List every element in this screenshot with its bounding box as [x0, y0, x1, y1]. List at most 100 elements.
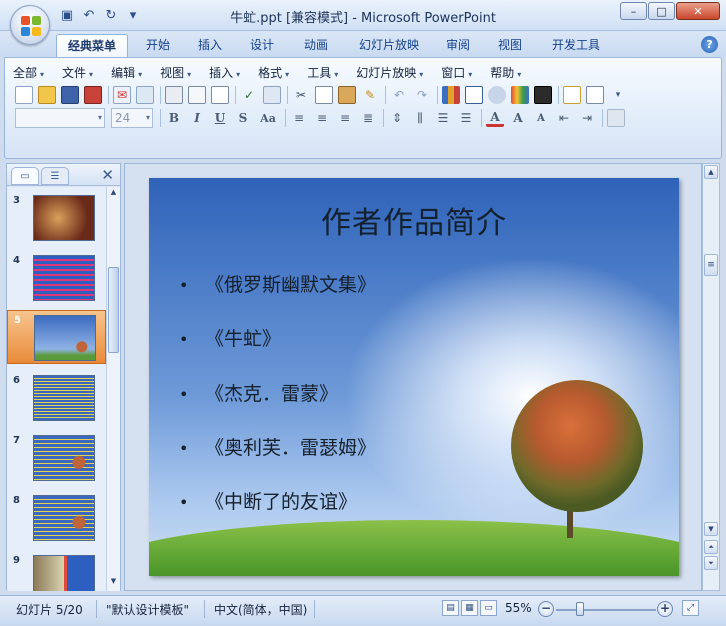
text-direction-icon[interactable]: ⇕: [388, 109, 406, 127]
tab-slideshow[interactable]: 幻灯片放映: [350, 34, 428, 57]
bullet-item-2[interactable]: • 《牛虻》: [179, 324, 281, 351]
menu-file[interactable]: 文件 ▾: [62, 64, 93, 82]
underline-button[interactable]: U: [211, 109, 229, 127]
menu-edit[interactable]: 编辑 ▾: [111, 64, 142, 82]
shrink-font-icon[interactable]: A: [532, 109, 550, 127]
font-name-combo[interactable]: ▾: [15, 108, 105, 128]
new-doc-icon[interactable]: [15, 86, 33, 104]
tab-insert[interactable]: 插入: [188, 34, 232, 57]
minimize-button[interactable]: –: [620, 2, 647, 20]
tab-review[interactable]: 审阅: [436, 34, 480, 57]
italic-button[interactable]: I: [188, 109, 206, 127]
print-icon[interactable]: [165, 86, 183, 104]
maximize-button[interactable]: □: [648, 2, 675, 20]
align-center-icon[interactable]: ≡: [313, 109, 331, 127]
template-name[interactable]: "默认设计模板": [106, 601, 189, 618]
menu-window[interactable]: 窗口 ▾: [441, 64, 472, 82]
zoom-in-icon[interactable]: +: [657, 601, 673, 617]
slide-thumbnail-7[interactable]: 7: [7, 431, 106, 485]
bold-button[interactable]: B: [165, 109, 183, 127]
research-icon[interactable]: [263, 86, 281, 104]
layout-icon[interactable]: [586, 86, 604, 104]
increase-indent-icon[interactable]: ⇥: [578, 109, 596, 127]
bullet-item-1[interactable]: • 《俄罗斯幽默文集》: [179, 270, 376, 297]
align-left-icon[interactable]: ≡: [290, 109, 308, 127]
undo-icon[interactable]: ↶: [390, 86, 408, 104]
print-preview-icon[interactable]: [188, 86, 206, 104]
menu-all[interactable]: 全部 ▾: [13, 64, 44, 82]
bullet-item-3[interactable]: • 《杰克．雷蒙》: [179, 379, 338, 406]
slide-layout-icon[interactable]: [211, 86, 229, 104]
slide-thumbnail-3[interactable]: 3: [7, 191, 106, 245]
previous-slide-icon[interactable]: ⏶: [704, 540, 718, 554]
tab-view[interactable]: 视图: [488, 34, 532, 57]
paste-icon[interactable]: [338, 86, 356, 104]
copy-icon[interactable]: [315, 86, 333, 104]
fit-to-window-icon[interactable]: ⤢: [682, 600, 699, 616]
table-icon[interactable]: [465, 86, 483, 104]
redo-icon[interactable]: ↷: [413, 86, 431, 104]
chart-icon[interactable]: [442, 86, 460, 104]
zoom-slider[interactable]: [556, 609, 656, 611]
email-icon[interactable]: ✉: [113, 86, 131, 104]
menu-insert[interactable]: 插入 ▾: [209, 64, 240, 82]
bullet-item-5[interactable]: • 《中断了的友谊》: [179, 487, 357, 514]
font-color-icon[interactable]: A: [486, 109, 504, 127]
scroll-thumb[interactable]: ≡: [704, 254, 718, 276]
toolbar-options-icon[interactable]: ▾: [609, 86, 627, 104]
slideshow-view-icon[interactable]: ▭: [480, 600, 497, 616]
menu-format[interactable]: 格式 ▾: [258, 64, 289, 82]
tab-developer[interactable]: 开发工具: [542, 34, 610, 57]
menu-tools[interactable]: 工具 ▾: [307, 64, 338, 82]
publish-icon[interactable]: [136, 86, 154, 104]
slide-thumbnail-8[interactable]: 8: [7, 491, 106, 545]
normal-view-icon[interactable]: ▤: [442, 600, 459, 616]
new-slide-icon[interactable]: [563, 86, 581, 104]
scroll-down-icon[interactable]: ▼: [704, 522, 718, 536]
align-right-icon[interactable]: ≡: [336, 109, 354, 127]
color-grayscale-icon[interactable]: [511, 86, 529, 104]
slide-design-icon[interactable]: [534, 86, 552, 104]
help-icon[interactable]: ?: [701, 36, 718, 53]
cut-icon[interactable]: ✂: [292, 86, 310, 104]
slides-tab[interactable]: ▭: [11, 167, 39, 185]
align-text-icon[interactable]: ⫼: [411, 109, 429, 127]
font-size-combo[interactable]: 24 ▾: [111, 108, 153, 128]
decrease-indent-icon[interactable]: ⇤: [555, 109, 573, 127]
slide-sorter-icon[interactable]: ▦: [461, 600, 478, 616]
tab-design[interactable]: 设计: [240, 34, 284, 57]
bullets-icon[interactable]: ☰: [457, 109, 475, 127]
tab-home[interactable]: 开始: [136, 34, 180, 57]
bullet-item-4[interactable]: • 《奥利芙．雷瑟姆》: [179, 433, 376, 460]
language-indicator[interactable]: 中文(简体，中国): [214, 601, 307, 618]
menu-help[interactable]: 帮助 ▾: [490, 64, 521, 82]
panel-scrollbar[interactable]: ▲ ▼: [106, 187, 120, 591]
menu-slideshow[interactable]: 幻灯片放映 ▾: [356, 64, 423, 82]
grow-font-icon[interactable]: A: [509, 109, 527, 127]
current-slide[interactable]: 作者作品简介 • 《俄罗斯幽默文集》 • 《牛虻》 • 《杰克．雷蒙》 • 《奥利芙．雷…: [149, 178, 679, 576]
office-button[interactable]: [10, 5, 50, 45]
justify-icon[interactable]: ≣: [359, 109, 377, 127]
slide-title[interactable]: 作者作品简介: [149, 198, 679, 242]
design-options-icon[interactable]: [607, 109, 625, 127]
zoom-level[interactable]: 55%: [505, 601, 532, 615]
tab-classic-menu[interactable]: 经典菜单: [56, 34, 128, 57]
next-slide-icon[interactable]: ⏷: [704, 556, 718, 570]
slide-thumbnail-5[interactable]: 5: [7, 310, 106, 364]
spelling-icon[interactable]: ✓: [240, 86, 258, 104]
hyperlink-icon[interactable]: [488, 86, 506, 104]
close-icon[interactable]: ✕: [101, 166, 114, 184]
scroll-up-icon[interactable]: ▲: [704, 165, 718, 179]
permission-icon[interactable]: [84, 86, 102, 104]
numbering-icon[interactable]: ☰: [434, 109, 452, 127]
slide-thumbnail-6[interactable]: 6: [7, 371, 106, 425]
editor-scrollbar[interactable]: ▲ ≡ ▼ ⏶ ⏷: [702, 163, 720, 591]
change-case-button[interactable]: Aa: [257, 109, 279, 127]
outline-tab[interactable]: ☰: [41, 167, 69, 185]
zoom-slider-thumb[interactable]: [576, 602, 584, 616]
zoom-out-icon[interactable]: −: [538, 601, 554, 617]
menu-view[interactable]: 视图 ▾: [160, 64, 191, 82]
tab-animation[interactable]: 动画: [292, 34, 340, 57]
slide-thumbnail-9[interactable]: 9: [7, 551, 106, 591]
format-painter-icon[interactable]: ✎: [361, 86, 379, 104]
